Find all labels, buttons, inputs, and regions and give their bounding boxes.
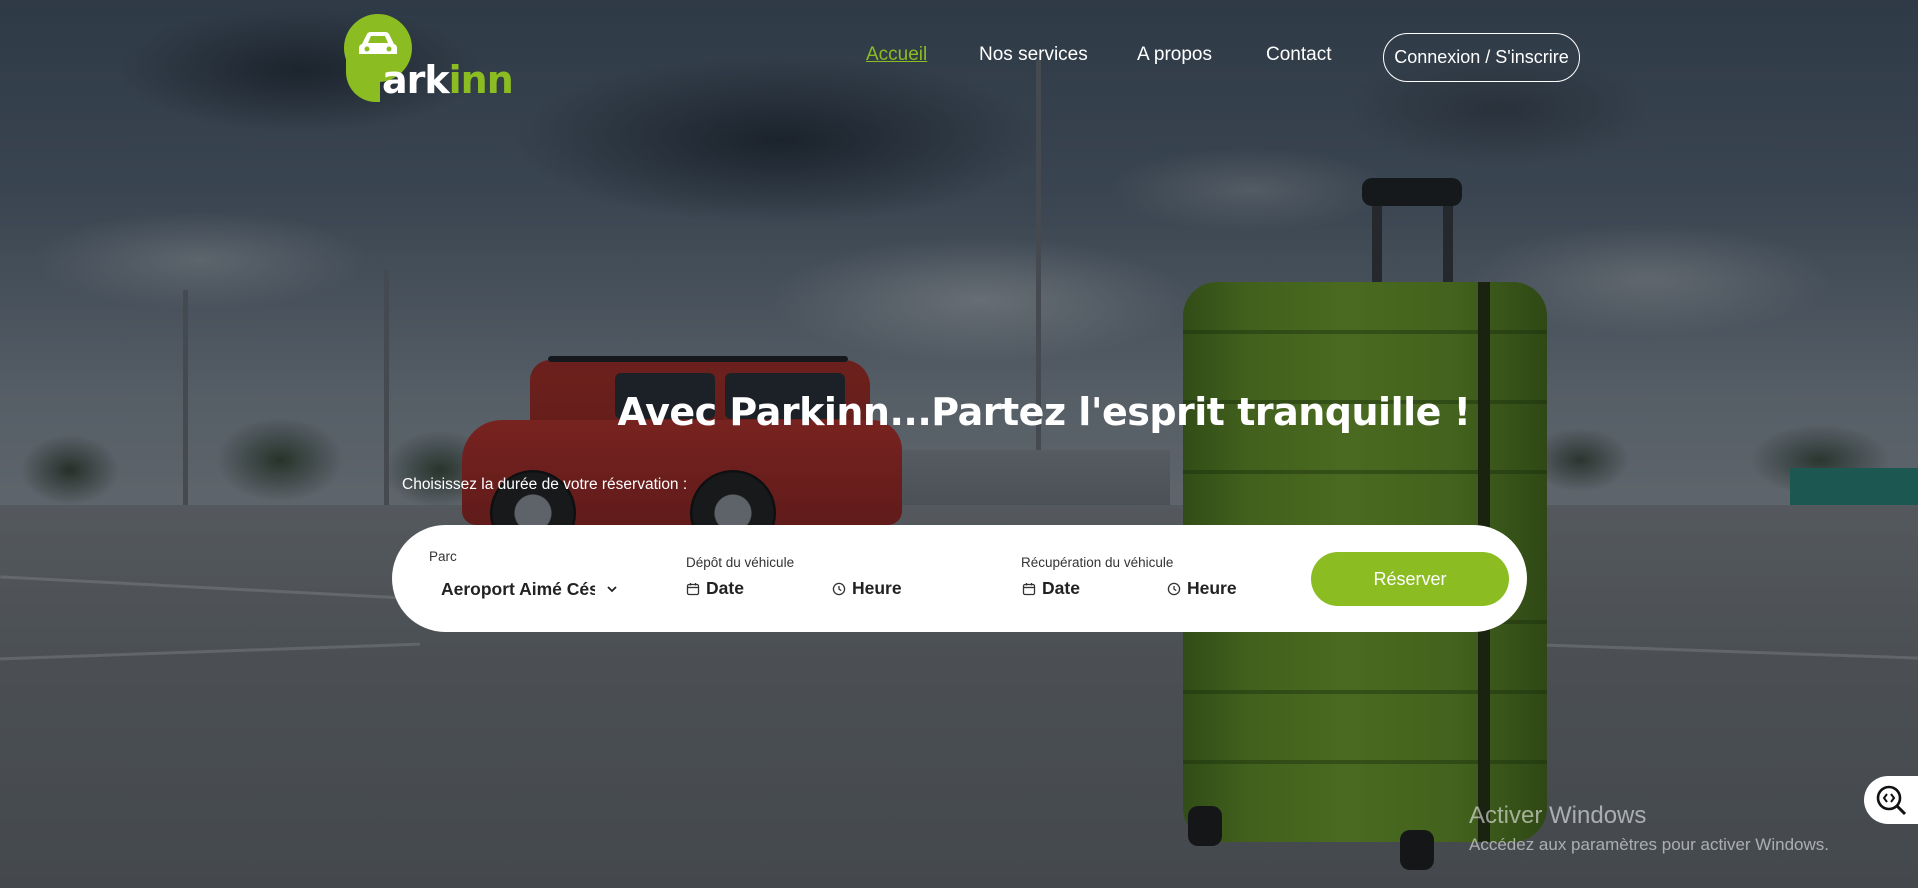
reserve-button-label: Réserver	[1373, 568, 1447, 589]
recup-time-input[interactable]: Heure	[1167, 578, 1237, 599]
car-icon	[359, 32, 397, 54]
login-signup-button[interactable]: Connexion / S'inscrire	[1383, 33, 1580, 82]
recup-date-input[interactable]: Date	[1022, 578, 1080, 599]
calendar-icon	[686, 582, 700, 595]
chevron-down-icon	[607, 586, 617, 593]
reserve-button[interactable]: Réserver	[1311, 552, 1509, 606]
dark-overlay	[0, 0, 1918, 888]
logo-wordmark: arkinn	[382, 58, 514, 102]
hero-background	[0, 0, 1918, 888]
parc-select-value: Aeroport Aimé Césaire	[441, 578, 595, 599]
logo-text-inn: inn	[448, 58, 514, 102]
recup-date-placeholder: Date	[1042, 578, 1080, 598]
calendar-icon	[1022, 582, 1036, 595]
hero-title: Avec Parkinn...Partez l'esprit tranquill…	[617, 390, 1471, 434]
windows-activation-subtitle: Accédez aux paramètres pour activer Wind…	[1469, 835, 1829, 854]
login-signup-label: Connexion / S'inscrire	[1394, 47, 1569, 67]
clock-icon	[832, 582, 846, 595]
accessibility-widget[interactable]	[1864, 776, 1918, 824]
recup-label: Récupération du véhicule	[1021, 555, 1174, 570]
nav-a-propos[interactable]: A propos	[1137, 44, 1212, 68]
nav-a-propos-link[interactable]: A propos	[1137, 44, 1212, 65]
brand-logo[interactable]: arkinn	[342, 12, 514, 102]
nav-contact[interactable]: Contact	[1266, 44, 1331, 68]
depot-date-input[interactable]: Date	[686, 578, 744, 599]
nav-accueil[interactable]: Accueil	[866, 44, 927, 68]
hero-subtitle: Choisissez la durée de votre réservation…	[402, 476, 688, 493]
depot-label: Dépôt du véhicule	[686, 555, 795, 570]
nav-nos-services[interactable]: Nos services	[979, 44, 1088, 68]
depot-time-input[interactable]: Heure	[832, 578, 902, 599]
clock-icon	[1167, 582, 1181, 595]
zoom-icon	[1876, 785, 1907, 816]
windows-activation-title: Activer Windows	[1469, 802, 1647, 829]
nav-accueil-link[interactable]: Accueil	[866, 44, 927, 65]
nav-contact-link[interactable]: Contact	[1266, 44, 1331, 65]
depot-date-placeholder: Date	[706, 578, 744, 598]
nav-nos-services-link[interactable]: Nos services	[979, 44, 1088, 65]
recup-time-placeholder: Heure	[1187, 578, 1237, 598]
parc-select[interactable]: Aeroport Aimé Césaire	[441, 577, 621, 601]
depot-time-placeholder: Heure	[852, 578, 902, 598]
logo-text-ark: ark	[382, 58, 450, 102]
parc-label: Parc	[429, 549, 457, 564]
logo-leaf	[346, 60, 380, 102]
